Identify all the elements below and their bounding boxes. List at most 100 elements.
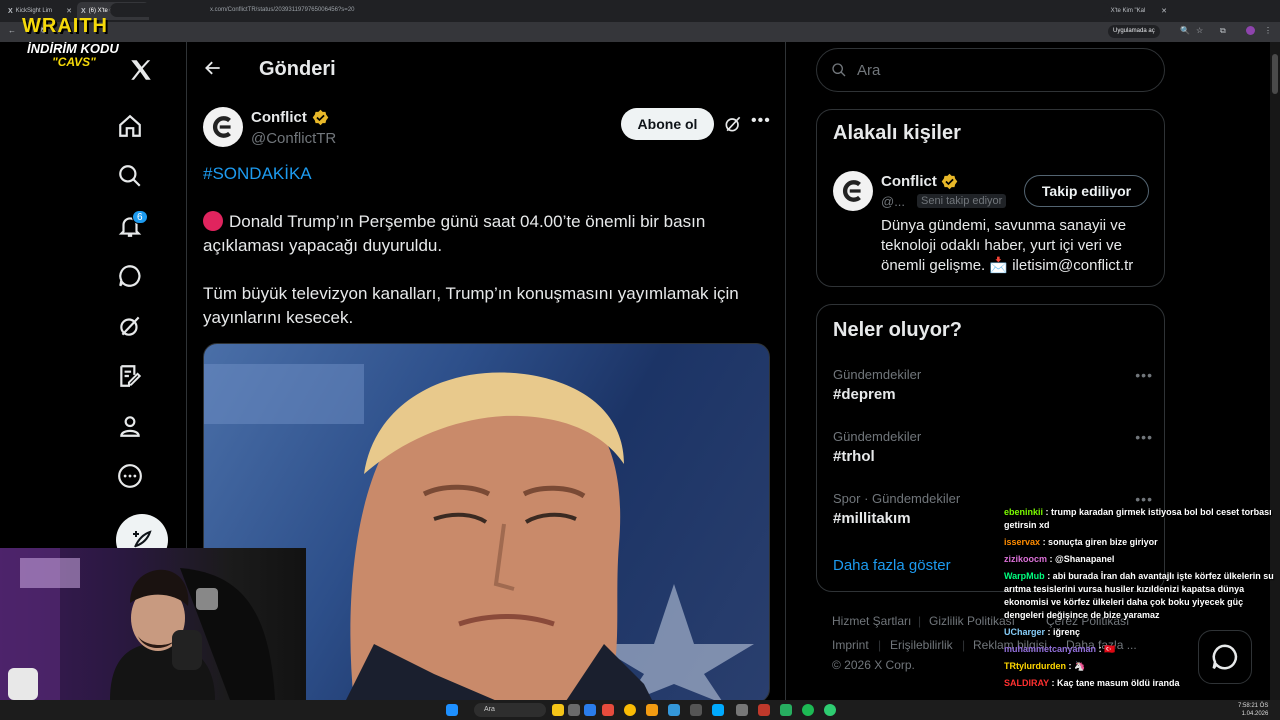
chat-text: : @Shanapanel: [1049, 554, 1115, 564]
page-title: Gönderi: [259, 58, 336, 80]
file-explorer-icon[interactable]: [552, 704, 564, 716]
app-icon[interactable]: [602, 704, 614, 716]
search-box[interactable]: Ara: [816, 48, 1165, 92]
author-avatar[interactable]: [203, 107, 243, 147]
tab-close-icon[interactable]: ✕: [66, 7, 72, 15]
trend-more-icon[interactable]: •••: [1135, 367, 1153, 383]
app-icon[interactable]: [668, 704, 680, 716]
back-nav-icon[interactable]: ←: [8, 26, 16, 35]
trends-title: Neler oluyor?: [833, 319, 962, 341]
notifications-badge: 6: [132, 210, 148, 224]
author-handle[interactable]: @ConflictTR: [251, 130, 336, 147]
app-icon[interactable]: [758, 704, 770, 716]
chat-username: SALDIRAY: [1004, 678, 1050, 688]
webcam-overlay: [0, 548, 306, 700]
app-icon[interactable]: [712, 704, 724, 716]
related-handle[interactable]: @...: [881, 194, 905, 209]
app-icon[interactable]: [568, 704, 580, 716]
chat-username: muhammetcanyaman: [1004, 644, 1097, 654]
app-icon[interactable]: [646, 704, 658, 716]
url-field[interactable]: x.com/ConflictTR/status/2039311979765006…: [110, 3, 1110, 17]
related-avatar[interactable]: [833, 171, 873, 211]
hashtag-link[interactable]: #SONDAKİKA: [203, 164, 312, 184]
chat-text: : Kaç tane masum öldü iranda: [1051, 678, 1180, 688]
show-more-link[interactable]: Daha fazla göster: [833, 557, 951, 574]
logo-promo-text: İNDİRİM KODU: [27, 41, 119, 56]
trend-category: Gündemdekiler: [833, 367, 922, 382]
chat-text: : sonuçta giren bize giriyor: [1042, 537, 1158, 547]
author-name[interactable]: Conflict: [251, 109, 307, 126]
app-icon[interactable]: [690, 704, 702, 716]
conflict-logo-icon: [213, 116, 231, 138]
footer-separator: |: [878, 638, 882, 652]
windows-start-icon[interactable]: [446, 704, 458, 716]
footer-terms-link[interactable]: Hizmet Şartları: [832, 614, 911, 628]
nav-grok[interactable]: [110, 308, 150, 344]
trend-more-icon[interactable]: •••: [1135, 429, 1153, 445]
chat-username: zizikoocm: [1004, 554, 1048, 564]
nav-lists[interactable]: [110, 358, 150, 394]
browser-address-bar: ← → ↻: [0, 22, 1280, 42]
chat-username: UCharger: [1004, 627, 1046, 637]
nav-chat[interactable]: [110, 258, 150, 294]
more-options-icon[interactable]: •••: [751, 112, 771, 130]
follows-you-badge: Seni takip ediyor: [917, 194, 1007, 208]
chrome-icon[interactable]: [624, 704, 636, 716]
chat-bubble-icon: [1212, 644, 1238, 670]
grok-explain-icon[interactable]: [723, 114, 743, 139]
tab-favicon-icon: X: [81, 7, 86, 15]
nav-profile[interactable]: [110, 408, 150, 444]
nav-notifications[interactable]: 6: [110, 208, 150, 244]
app-icon[interactable]: [824, 704, 836, 716]
streamer-webcam-image: [0, 548, 275, 700]
trend-item[interactable]: Gündemdekiler #deprem •••: [833, 367, 1153, 417]
footer-privacy-link[interactable]: Gizlilik Politikası: [929, 614, 1015, 628]
tweet-text-2: Tüm büyük televizyon kanalları, Trump’ın…: [203, 284, 739, 327]
chat-text: : iğrenç: [1047, 627, 1081, 637]
taskbar-search[interactable]: Ara: [474, 703, 546, 717]
nav-more[interactable]: [110, 458, 150, 494]
back-arrow-icon: [205, 61, 220, 75]
verified-badge-icon: [312, 109, 329, 131]
messages-drawer-button[interactable]: [1198, 630, 1252, 684]
open-in-app-button[interactable]: Uygulamada aç: [1108, 25, 1160, 38]
spotify-icon[interactable]: [802, 704, 814, 716]
tab-close-icon[interactable]: ✕: [1161, 7, 1167, 15]
trend-more-icon[interactable]: •••: [1135, 491, 1153, 507]
note-edit-icon: [120, 365, 142, 387]
home-icon: [119, 114, 141, 137]
subscribe-button[interactable]: Abone ol: [621, 108, 714, 140]
menu-kebab-icon[interactable]: ⋮: [1264, 26, 1272, 35]
footer-accessibility-link[interactable]: Erişilebilirlik: [890, 638, 953, 652]
trend-name: #deprem: [833, 386, 896, 403]
tab-label: X'te Kim "Kal: [1110, 8, 1146, 14]
chat-message: isservax : sonuçta giren bize giriyor: [1004, 536, 1280, 549]
nav-explore[interactable]: [110, 158, 150, 194]
related-people-card: Alakalı kişiler Conflict @... Seni takip…: [816, 109, 1165, 287]
tab-label: KickSight Lim: [15, 8, 53, 14]
trend-item[interactable]: Gündemdekiler #trhol •••: [833, 429, 1153, 479]
more-circle-icon: [118, 464, 142, 488]
footer-imprint-link[interactable]: Imprint: [832, 638, 869, 652]
related-bio: Dünya gündemi, savunma sanayii ve teknol…: [881, 217, 1134, 274]
bookmark-star-icon[interactable]: ☆: [1196, 26, 1203, 35]
related-name[interactable]: Conflict: [881, 173, 937, 190]
app-icon[interactable]: [780, 704, 792, 716]
app-icon[interactable]: [584, 704, 596, 716]
zoom-icon[interactable]: 🔍: [1180, 26, 1190, 35]
chat-username: ebeninkii: [1004, 507, 1044, 517]
verified-badge-icon: [941, 173, 958, 195]
taskbar-clock[interactable]: 7:58:21 ÖS 1.04.2026: [1238, 702, 1268, 718]
x-logo-icon[interactable]: [121, 52, 161, 88]
red-circle-emoji: [203, 211, 223, 231]
back-button[interactable]: [203, 58, 223, 83]
app-icon[interactable]: [736, 704, 748, 716]
trend-category: Gündemdekiler: [833, 429, 922, 444]
search-icon: [832, 63, 846, 77]
profile-avatar[interactable]: [1246, 26, 1255, 35]
nav-home[interactable]: [110, 108, 150, 144]
chat-username: WarpMub: [1004, 571, 1045, 581]
scrollbar-thumb[interactable]: [1272, 54, 1278, 94]
following-button[interactable]: Takip ediliyor: [1024, 175, 1149, 207]
extensions-icon[interactable]: ⧉: [1220, 26, 1226, 36]
